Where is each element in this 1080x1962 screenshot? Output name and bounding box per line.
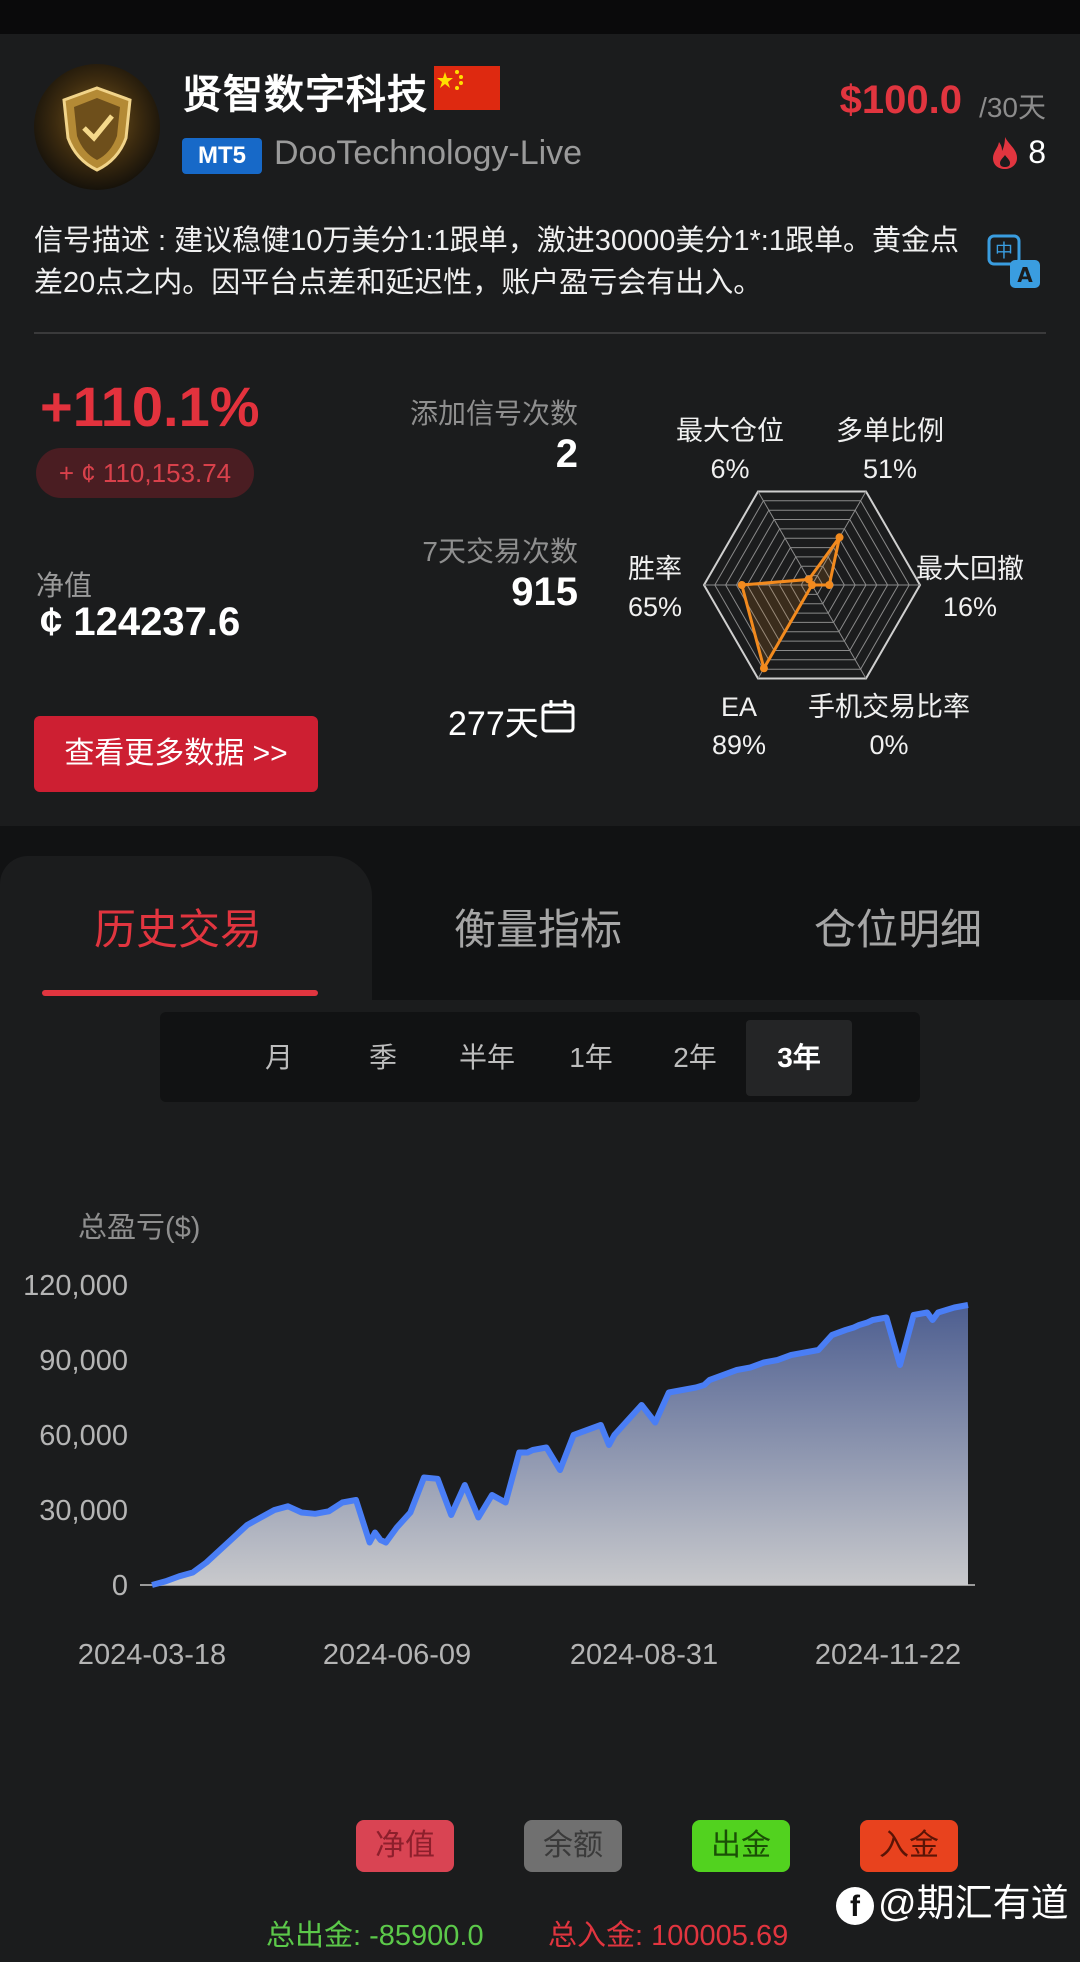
trades-7d-label: 7天交易次数	[422, 536, 578, 567]
range-quarter[interactable]: 季	[338, 1020, 428, 1096]
total-return-percent: +110.1%	[40, 375, 260, 438]
radar-label-win-rate: 胜率 65%	[628, 554, 683, 622]
signal-add-value: 2	[555, 432, 578, 476]
subscriber-count: 8	[1028, 134, 1046, 170]
legend-balance[interactable]: 余额	[524, 1820, 622, 1872]
pnl-chart: 0 30,000 60,000 90,000 120,000 2024-03-18 2024…	[0, 1240, 1080, 1680]
divider	[34, 332, 1046, 334]
radar-point	[759, 664, 768, 673]
status-bar	[0, 0, 1080, 34]
net-value-label: 净值	[36, 570, 93, 601]
x-tick-label: 2024-11-22	[815, 1639, 961, 1671]
y-tick-label: 60,000	[39, 1420, 128, 1452]
total-withdraw: 总出金: -85900.0	[266, 1920, 484, 1952]
translate-icon[interactable]: 中 A	[986, 232, 1044, 292]
signal-description: 信号描述 : 建议稳健10万美分1:1跟单，激进30000美分1*:1跟单。黄金…	[34, 225, 959, 299]
radar-label-long-ratio: 多单比例 51%	[836, 416, 944, 484]
running-days: 277天	[448, 705, 539, 743]
trades-7d-value: 915	[511, 570, 578, 614]
radar-point	[835, 533, 844, 542]
net-value: ¢ 124237.6	[40, 600, 241, 644]
radar-point	[804, 575, 813, 584]
watermark: f @期汇有道	[836, 1872, 1069, 1927]
platform-badge: MT5	[182, 138, 262, 174]
range-2-year[interactable]: 2年	[650, 1020, 740, 1096]
view-more-data-button[interactable]: 查看更多数据 >>	[34, 716, 318, 792]
tab-positions[interactable]: 仓位明细	[814, 896, 982, 957]
facebook-icon: f	[836, 1886, 874, 1925]
radar-point	[825, 581, 834, 589]
x-tick-label: 2024-08-31	[570, 1639, 718, 1671]
signal-title: 贤智数字科技	[182, 73, 428, 117]
broker-name: DooTechnology-Live	[274, 134, 583, 172]
pnl-area	[152, 1305, 968, 1585]
fire-icon	[993, 137, 1017, 169]
tab-active-indicator	[42, 990, 318, 996]
range-1-year[interactable]: 1年	[546, 1020, 636, 1096]
y-tick-label: 90,000	[39, 1345, 128, 1377]
range-half-year[interactable]: 半年	[442, 1020, 532, 1096]
china-flag-icon	[434, 66, 500, 110]
y-tick-label: 0	[112, 1570, 128, 1602]
total-return-amount: + ¢ 110,153.74	[36, 448, 254, 498]
legend-withdraw[interactable]: 出金	[692, 1820, 790, 1872]
y-tick-label: 30,000	[39, 1495, 128, 1527]
y-tick-label: 120,000	[23, 1270, 128, 1302]
tab-history[interactable]: 历史交易	[94, 896, 262, 957]
signal-avatar[interactable]	[34, 64, 160, 190]
subscription-period: /30天	[979, 92, 1046, 123]
x-tick-label: 2024-06-09	[323, 1639, 471, 1671]
range-month[interactable]: 月	[234, 1020, 324, 1096]
calendar-icon	[541, 700, 575, 733]
radar-label-ea: EA 89%	[712, 692, 767, 760]
total-deposit: 总入金: 100005.69	[548, 1920, 789, 1952]
legend-deposit[interactable]: 入金	[860, 1820, 958, 1872]
signal-add-label: 添加信号次数	[409, 398, 578, 429]
radar-label-max-position: 最大仓位 6%	[676, 416, 784, 484]
x-tick-label: 2024-03-18	[78, 1639, 226, 1671]
legend-net-value[interactable]: 净值	[356, 1820, 454, 1872]
radar-series-area	[739, 536, 841, 673]
subscription-price: $100.0	[839, 78, 962, 122]
range-3-year[interactable]: 3年	[746, 1020, 852, 1096]
radar-label-mobile-ratio: 手机交易比率 0%	[808, 692, 970, 760]
tab-metrics[interactable]: 衡量指标	[454, 896, 622, 957]
svg-text:中: 中	[995, 241, 1013, 262]
radar-point	[737, 581, 746, 589]
svg-text:A: A	[1017, 263, 1033, 287]
radar-label-max-drawdown: 最大回撤 16%	[916, 554, 1024, 622]
